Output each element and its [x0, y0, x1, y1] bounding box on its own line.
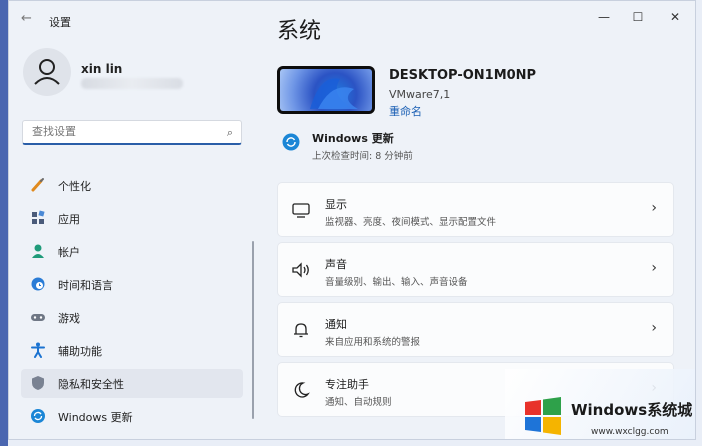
- sidebar-item-label: 游戏: [58, 312, 80, 325]
- wallpaper-bloom-image: [310, 78, 358, 109]
- watermark-title: Windows系统城: [571, 401, 693, 419]
- globe-clock-icon: [31, 277, 45, 291]
- card-title: 通知: [325, 318, 347, 331]
- search-input[interactable]: [30, 124, 214, 139]
- sidebar-item-accounts[interactable]: 帐户: [21, 237, 243, 266]
- sidebar-item-time-language[interactable]: 时间和语言: [21, 270, 243, 299]
- sidebar-item-label: Windows 更新: [58, 411, 133, 424]
- card-sound[interactable]: 声音 音量级别、输出、输入、声音设备 ›: [277, 242, 674, 297]
- brush-icon: [31, 178, 44, 192]
- windows-update-status: 上次检查时间: 8 分钟前: [312, 151, 413, 162]
- device-thumbnail: [277, 66, 375, 114]
- card-subtitle: 来自应用和系统的警报: [325, 337, 421, 348]
- sidebar-item-label: 辅助功能: [58, 345, 102, 358]
- windows-update-title[interactable]: Windows 更新: [312, 130, 394, 146]
- watermark-url: www.wxclgg.com: [591, 427, 669, 437]
- minimize-button[interactable]: —: [587, 7, 621, 27]
- bell-icon: [294, 323, 308, 338]
- card-subtitle: 通知、自动规则: [325, 397, 392, 408]
- device-name: DESKTOP-ON1M0NP: [389, 68, 537, 83]
- card-notifications[interactable]: 通知 来自应用和系统的警报 ›: [277, 302, 674, 357]
- moon-icon: [294, 382, 310, 398]
- account-icon: [32, 244, 44, 258]
- card-title: 显示: [325, 198, 347, 211]
- sidebar-item-privacy-security[interactable]: 隐私和安全性: [21, 369, 243, 398]
- window-title: 设置: [49, 16, 71, 29]
- rename-link[interactable]: 重命名: [389, 103, 422, 119]
- search-box[interactable]: ⌕: [22, 120, 242, 145]
- card-subtitle: 监视器、亮度、夜间模式、显示配置文件: [325, 217, 497, 228]
- close-button[interactable]: ✕: [658, 7, 692, 27]
- gamepad-icon: [31, 314, 45, 321]
- device-model: VMware7,1: [389, 88, 451, 101]
- search-icon[interactable]: ⌕: [227, 126, 233, 140]
- display-icon: [292, 203, 310, 218]
- card-title: 专注助手: [325, 378, 369, 391]
- windows-logo-icon: [525, 397, 561, 435]
- sidebar-item-apps[interactable]: 应用: [21, 204, 243, 233]
- back-arrow-icon[interactable]: ←: [21, 12, 35, 26]
- accessibility-icon: [31, 342, 45, 358]
- sidebar-item-label: 隐私和安全性: [58, 378, 124, 391]
- page-title: 系统: [277, 19, 322, 44]
- person-icon: [34, 59, 60, 85]
- chevron-right-icon: ›: [651, 200, 657, 216]
- sidebar-item-label: 个性化: [58, 180, 91, 193]
- card-title: 声音: [325, 258, 347, 271]
- avatar[interactable]: [23, 48, 71, 96]
- apps-icon: [32, 210, 45, 224]
- shield-icon: [32, 376, 44, 390]
- maximize-button[interactable]: ☐: [621, 7, 655, 27]
- windows-update-icon[interactable]: [282, 133, 300, 151]
- update-icon: [31, 409, 45, 423]
- user-name: xin lin: [81, 62, 123, 76]
- sidebar-scrollbar[interactable]: [252, 241, 254, 419]
- sidebar-item-label: 时间和语言: [58, 279, 113, 292]
- settings-window: ← 设置 — ☐ ✕ xin lin ⌕ 个性化 应用 帐户: [8, 0, 696, 440]
- sidebar-item-accessibility[interactable]: 辅助功能: [21, 336, 243, 365]
- sidebar-item-label: 帐户: [58, 246, 80, 259]
- chevron-right-icon: ›: [651, 320, 657, 336]
- sidebar-item-gaming[interactable]: 游戏: [21, 303, 243, 332]
- sidebar-item-windows-update[interactable]: Windows 更新: [21, 402, 243, 431]
- sidebar-item-label: 应用: [58, 213, 80, 226]
- sidebar-item-personalization[interactable]: 个性化: [21, 171, 243, 200]
- card-subtitle: 音量级别、输出、输入、声音设备: [325, 277, 468, 288]
- speaker-icon: [292, 262, 309, 278]
- card-display[interactable]: 显示 监视器、亮度、夜间模式、显示配置文件 ›: [277, 182, 674, 237]
- user-email-redacted: [81, 78, 183, 89]
- chevron-right-icon: ›: [651, 260, 657, 276]
